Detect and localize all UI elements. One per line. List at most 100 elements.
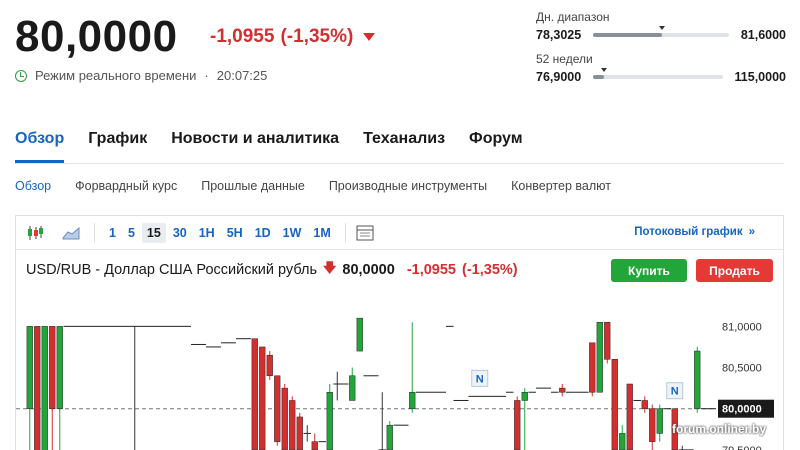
- table-icon[interactable]: [354, 222, 376, 244]
- interval-5h[interactable]: 5H: [222, 223, 248, 243]
- candle-body: [589, 342, 596, 393]
- watermark: forum.onliner.by: [672, 422, 767, 436]
- interval-1h[interactable]: 1H: [194, 223, 220, 243]
- subtab-overview[interactable]: Обзор: [15, 179, 51, 193]
- year-range-label: 52 недели: [536, 52, 593, 66]
- price-change-abs: -1,0955: [210, 26, 275, 47]
- day-range-marker-icon: [659, 26, 666, 30]
- interval-15[interactable]: 15: [141, 222, 166, 243]
- year-range-fill: [593, 75, 604, 79]
- clock-icon: [15, 69, 27, 82]
- candlestick-chart[interactable]: N N 81,0000 80,5000 79,5000 80,0000: [16, 314, 783, 450]
- news-marker-label: N: [476, 373, 484, 385]
- tab-forum[interactable]: Форум: [469, 130, 523, 163]
- tab-chart[interactable]: График: [88, 130, 147, 163]
- candle-body: [349, 375, 356, 401]
- chart-toolbar: 1 5 15 30 1H 5H 1D 1W 1M Потоковый графи…: [16, 216, 783, 250]
- candle-body: [409, 391, 416, 409]
- subtab-derivatives[interactable]: Производные инструменты: [329, 179, 487, 193]
- candle-body: [326, 391, 333, 450]
- candle-body: [521, 391, 528, 401]
- year-range-low: 76,9000: [536, 70, 582, 84]
- candle-body: [656, 408, 663, 434]
- tab-overview[interactable]: Обзор: [15, 130, 65, 163]
- candle-body: [386, 424, 393, 450]
- y-tick-label: 80,5000: [722, 363, 762, 375]
- candle-body: [26, 326, 33, 409]
- interval-1d[interactable]: 1D: [250, 223, 276, 243]
- candle-body: [619, 433, 626, 450]
- sell-button[interactable]: Продать: [696, 259, 773, 282]
- news-marker-label: N: [671, 386, 679, 398]
- interval-1[interactable]: 1: [104, 223, 121, 243]
- candle-body: [356, 317, 363, 352]
- y-tick-label: 79,5000: [722, 445, 762, 450]
- separator-dot: ·: [204, 68, 209, 83]
- news-marker-icon: N: [471, 369, 489, 387]
- candle-body: [259, 346, 266, 450]
- double-chevron-right-icon: »: [748, 226, 755, 238]
- day-range-fill: [593, 33, 663, 37]
- toolbar-divider: [94, 222, 95, 243]
- year-range-marker-icon: [600, 68, 607, 72]
- interval-1w[interactable]: 1W: [278, 223, 307, 243]
- down-triangle-icon: [363, 33, 376, 41]
- candle-body: [626, 383, 633, 450]
- instrument-price: 80,0000: [342, 262, 395, 278]
- buy-button[interactable]: Купить: [611, 259, 687, 282]
- subtab-forward[interactable]: Форвардный курс: [75, 179, 177, 193]
- candle-body: [251, 338, 258, 450]
- news-marker-icon: N: [666, 382, 684, 400]
- candle-body: [694, 350, 701, 409]
- current-price-label: 80,0000: [722, 404, 762, 416]
- day-range-low: 78,3025: [536, 28, 582, 42]
- day-range-high: 81,6000: [740, 28, 786, 42]
- candle-body: [611, 359, 618, 450]
- tab-technical[interactable]: Теханализ: [363, 130, 445, 163]
- candle-body: [311, 441, 318, 450]
- year-range-high: 115,0000: [734, 70, 786, 84]
- candlestick-icon[interactable]: [24, 222, 46, 244]
- day-range: Дн. диапазон 78,3025 81,6000: [536, 10, 786, 42]
- sub-tabs: Обзор Форвардный курс Прошлые данные Про…: [15, 179, 611, 193]
- interval-30[interactable]: 30: [168, 223, 192, 243]
- interval-5[interactable]: 5: [123, 223, 140, 243]
- interval-1m[interactable]: 1M: [308, 223, 335, 243]
- main-tabs: Обзор График Новости и аналитика Теханал…: [15, 130, 784, 164]
- candle-body: [56, 326, 63, 409]
- candle-body: [281, 387, 288, 450]
- price-change: -1,0955 (-1,35%): [210, 26, 376, 48]
- instrument-row: USD/RUB - Доллар США Российский рубль 🡇 …: [26, 259, 518, 281]
- instrument-change: -1,0955: [406, 262, 456, 278]
- candle-body: [604, 321, 611, 360]
- area-chart-icon[interactable]: [60, 222, 82, 244]
- year-range: 52 недели 76,9000 115,0000: [536, 52, 786, 84]
- candle-body: [34, 326, 41, 450]
- chart-panel: 1 5 15 30 1H 5H 1D 1W 1M Потоковый графи…: [15, 215, 784, 450]
- tab-news[interactable]: Новости и аналитика: [171, 130, 339, 163]
- streaming-chart-link[interactable]: Потоковый график »: [634, 226, 755, 238]
- realtime-time: 20:07:25: [216, 68, 268, 83]
- candle-body: [641, 400, 648, 409]
- subtab-history[interactable]: Прошлые данные: [201, 179, 305, 193]
- day-range-bar: [593, 26, 729, 37]
- candle-body: [596, 321, 603, 393]
- year-range-bar: [593, 68, 723, 79]
- candle-body: [274, 375, 281, 442]
- instrument-change-pct: (-1,35%): [462, 262, 518, 278]
- candle-body: [296, 416, 303, 450]
- y-tick-label: 81,0000: [722, 321, 762, 333]
- candle-body: [289, 400, 296, 450]
- candle-body: [559, 387, 566, 393]
- subtab-converter[interactable]: Конвертер валют: [511, 179, 611, 193]
- candle-body: [514, 400, 521, 450]
- toolbar-divider: [344, 222, 346, 243]
- price-main: 80,0000: [15, 12, 178, 61]
- streaming-chart-label: Потоковый график: [634, 226, 743, 238]
- candle-body: [41, 326, 48, 450]
- instrument-name: USD/RUB - Доллар США Российский рубль: [26, 262, 318, 278]
- price-change-pct: (-1,35%): [280, 26, 354, 47]
- realtime-row: Режим реального времени · 20:07:25: [15, 68, 267, 83]
- candle-body: [649, 408, 656, 442]
- day-range-label: Дн. диапазон: [536, 10, 610, 24]
